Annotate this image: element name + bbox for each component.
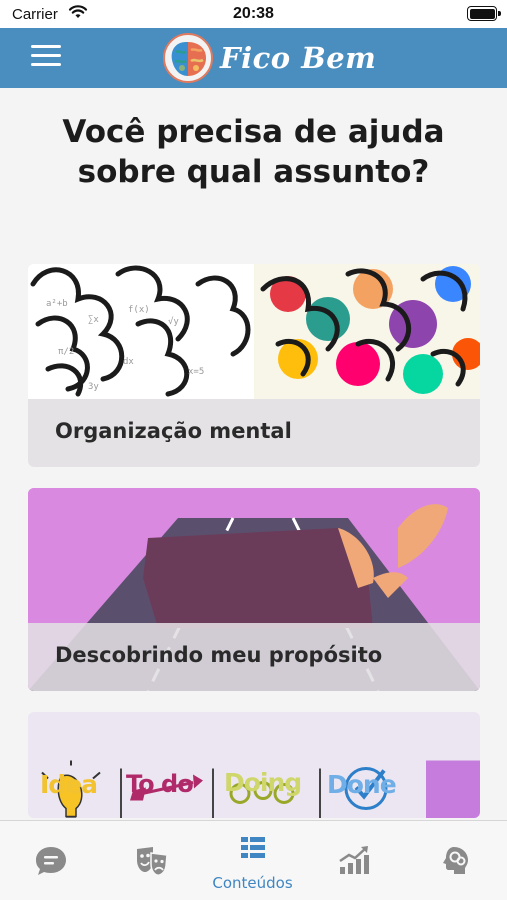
- card-label-bar: Descobrindo meu propósito: [28, 623, 480, 691]
- card-label-bar: Organização mental: [28, 399, 480, 467]
- topic-card-finding-purpose[interactable]: Descobrindo meu propósito: [28, 488, 480, 691]
- theater-masks-icon: [137, 847, 168, 876]
- chat-bubble-icon: [36, 847, 66, 875]
- tab-chat[interactable]: [0, 821, 101, 900]
- app-logo: Fico Bem: [162, 31, 376, 85]
- kanban-column-label: To do: [126, 770, 194, 798]
- topic-card-task-board[interactable]: Idea To do Doing Done: [28, 712, 480, 818]
- card-title: Organização mental: [55, 419, 292, 443]
- clock: 20:38: [233, 5, 274, 22]
- battery-icon: [467, 6, 501, 21]
- topic-card-mental-organization[interactable]: a²+b ∑x f(x) √y π/2 dx x=5 3y Organização m: [28, 264, 480, 467]
- page-title: Você precisa de ajuda sobre qual assunto…: [62, 114, 445, 190]
- svg-text:x=5: x=5: [188, 367, 204, 377]
- kanban-column-label: Done: [327, 770, 397, 799]
- menu-line-icon: [31, 54, 61, 57]
- content-list-icon: [241, 837, 265, 858]
- kanban-board-illustration: [28, 760, 480, 818]
- svg-text:a²+b: a²+b: [46, 299, 68, 309]
- kanban-column-label: Idea: [40, 770, 98, 799]
- svg-text:∑x: ∑x: [88, 315, 99, 325]
- svg-text:dx: dx: [123, 357, 134, 367]
- growth-chart-icon: [339, 846, 369, 874]
- hamburger-menu-button[interactable]: [31, 45, 61, 71]
- brain-logo-icon: [163, 33, 213, 83]
- status-bar: Carrier 20:38: [0, 0, 507, 28]
- kanban-column-label: Doing: [224, 768, 302, 797]
- menu-line-icon: [31, 45, 61, 48]
- svg-text:π/2: π/2: [58, 347, 74, 357]
- app-name: Fico Bem: [220, 41, 377, 75]
- tab-contents[interactable]: Conteúdos: [202, 821, 303, 900]
- app-header: Fico Bem: [0, 28, 507, 88]
- svg-text:f(x): f(x): [128, 305, 150, 315]
- svg-text:3y: 3y: [88, 382, 99, 392]
- tab-label: Conteúdos: [212, 874, 293, 892]
- tab-progress[interactable]: [303, 821, 404, 900]
- tab-mind[interactable]: [404, 821, 505, 900]
- svg-text:√y: √y: [168, 316, 179, 327]
- brain-head-icon: [443, 847, 468, 874]
- menu-line-icon: [31, 63, 61, 66]
- bottom-tab-bar: Conteúdos: [0, 820, 507, 900]
- card-title: Descobrindo meu propósito: [55, 643, 383, 667]
- tab-emotions[interactable]: [101, 821, 202, 900]
